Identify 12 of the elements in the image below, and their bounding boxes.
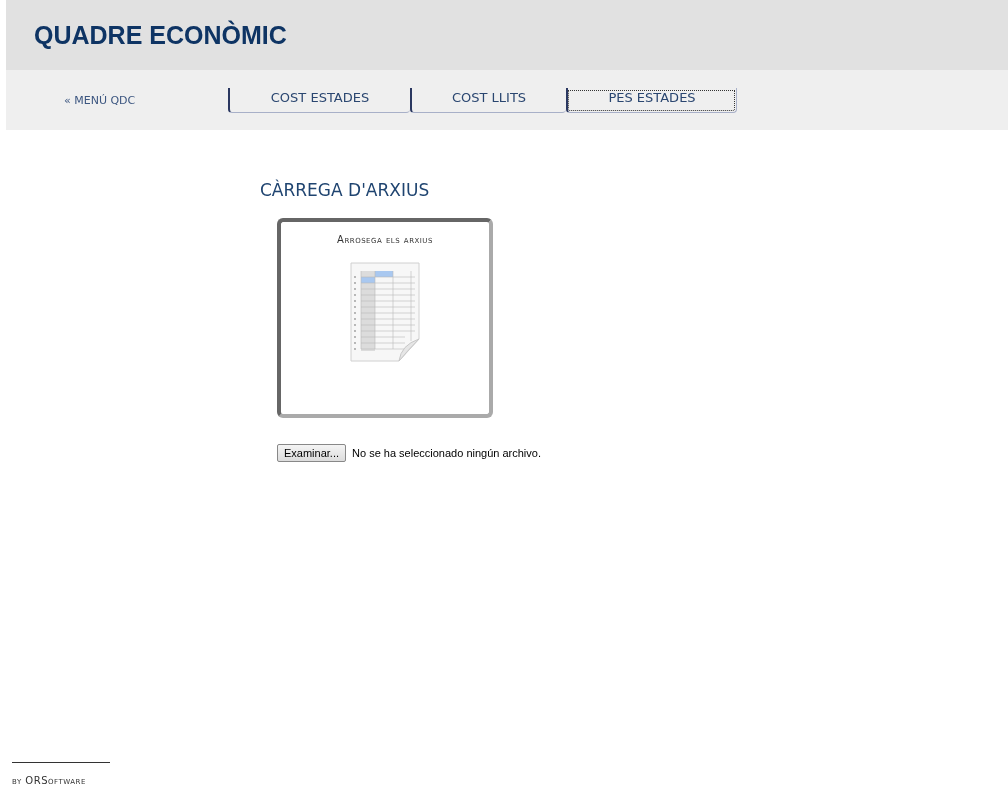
file-status: No se ha seleccionado ningún archivo. bbox=[352, 447, 541, 459]
drop-zone-label: Arrosega els arxius bbox=[337, 234, 433, 245]
menu-link[interactable]: « MENÚ QDC bbox=[64, 93, 228, 107]
page-title: QUADRE ECONÒMIC bbox=[34, 20, 287, 50]
nav-tab[interactable]: PES ESTADES bbox=[566, 87, 737, 113]
section-heading: CÀRREGA D'ARXIUS bbox=[260, 180, 431, 200]
drop-zone[interactable]: Arrosega els arxius bbox=[277, 218, 493, 418]
browse-button[interactable]: Examinar... bbox=[277, 444, 347, 462]
footer-credit: by ORSoftware bbox=[12, 775, 87, 786]
nav-tab[interactable]: COST ESTADES bbox=[228, 87, 410, 113]
spreadsheet-icon bbox=[349, 261, 421, 363]
nav-tab[interactable]: COST LLITS bbox=[410, 87, 566, 113]
